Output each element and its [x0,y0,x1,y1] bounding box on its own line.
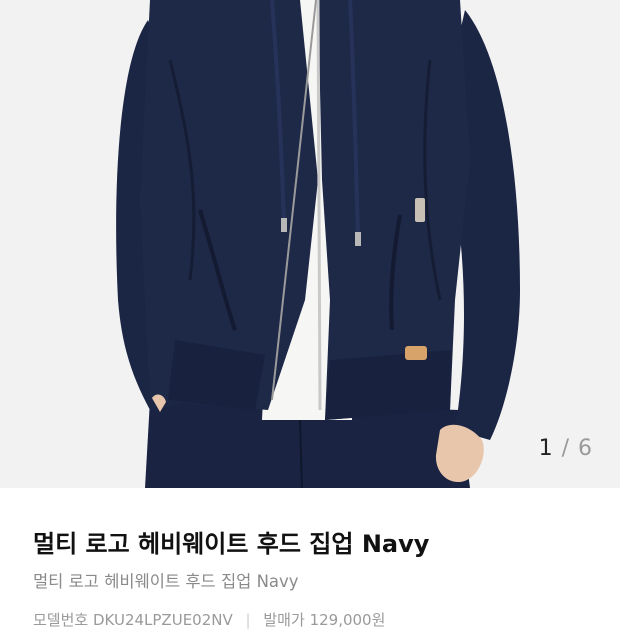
model-number-value: DKU24LPZUE02NV [92,611,233,629]
image-page-counter: 1 / 6 [539,436,593,461]
product-subtitle: 멀티 로고 헤비웨이트 후드 집업 Navy [33,572,299,591]
product-title: 멀티 로고 헤비웨이트 후드 집업 Navy [33,530,430,558]
image-page-total: 6 [578,436,593,461]
release-price-value: 129,000원 [309,611,386,629]
product-image-gallery[interactable]: 1 / 6 [0,0,620,488]
release-price-label: 발매가 [263,611,305,629]
meta-divider: | [245,611,251,629]
image-page-separator: / [561,436,570,461]
product-info: 멀티 로고 헤비웨이트 후드 집업 Navy 멀티 로고 헤비웨이트 후드 집업… [0,488,620,629]
product-image [116,0,520,488]
model-number-label: 모델번호 [33,611,89,629]
image-page-current: 1 [538,436,554,461]
